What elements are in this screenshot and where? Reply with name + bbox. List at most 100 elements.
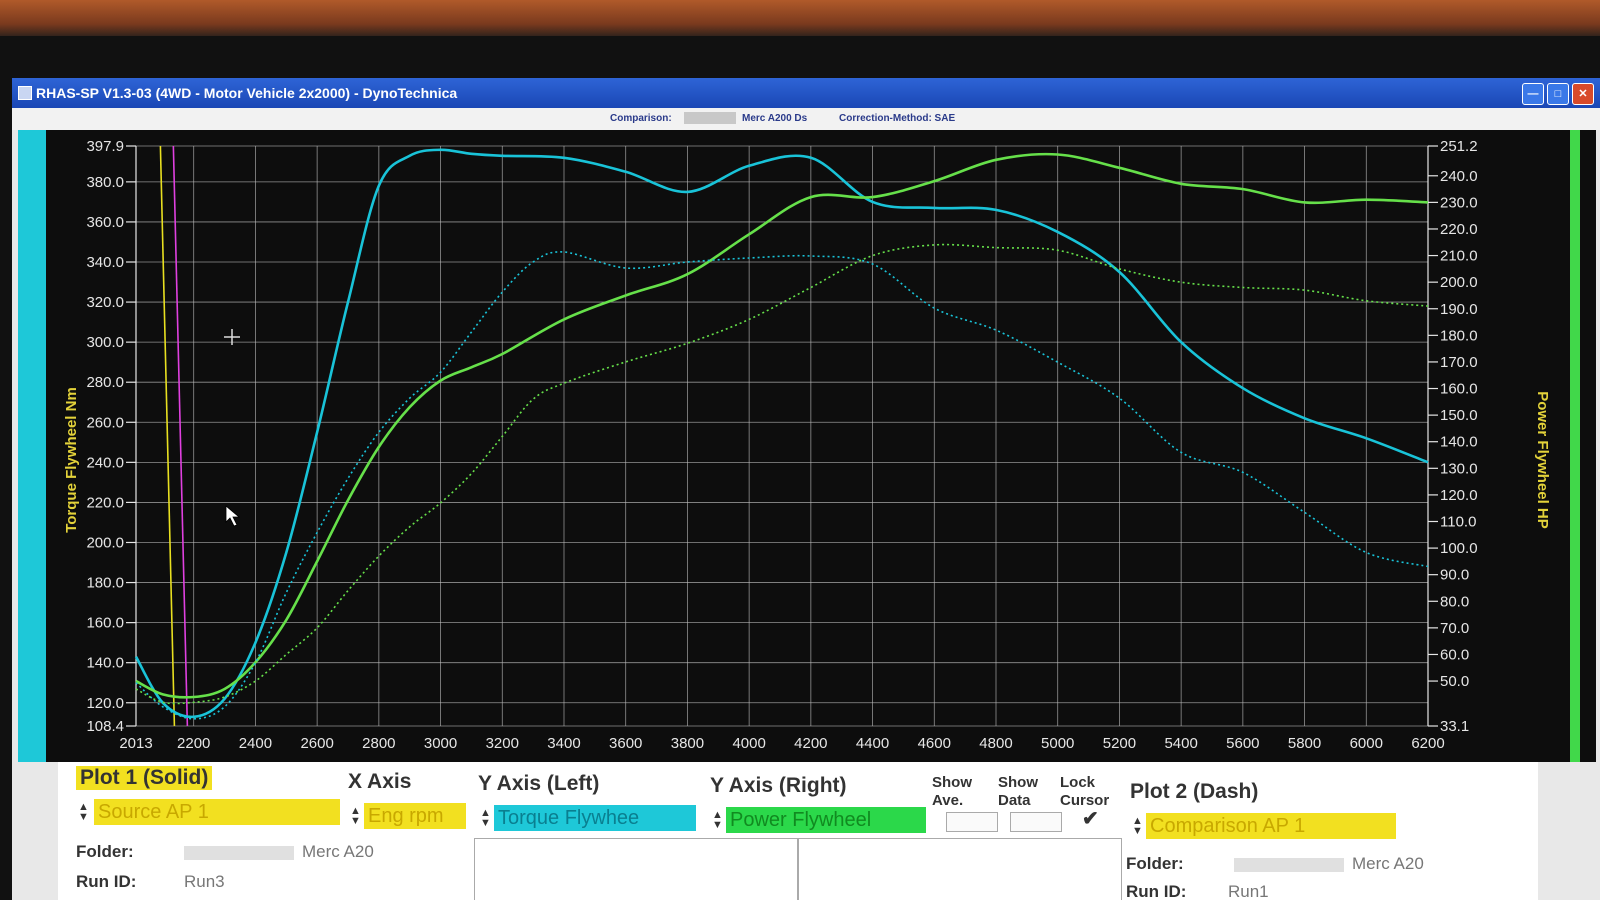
show-data-label[interactable]: Show Data (998, 774, 1038, 810)
x-tick-label: 4200 (794, 735, 827, 752)
right-axis-label: Power Flywheel HP (1534, 391, 1551, 529)
left-tick-label: 200.0 (86, 534, 124, 551)
y-left-spinner-icon[interactable]: ▲ ▼ (480, 808, 492, 829)
plot1-title: Plot 1 (Solid) (76, 766, 213, 790)
show-data-checkbox[interactable] (1010, 812, 1062, 832)
mouse-pointer-icon (225, 505, 241, 527)
cursor-line (172, 145, 189, 727)
right-tick-label: 120.0 (1440, 487, 1478, 504)
app-icon (18, 86, 32, 100)
torque-dash-series-line (135, 251, 1429, 720)
redacted-folder1 (184, 845, 294, 860)
correction-method: Correction-Method: SAE (839, 113, 956, 124)
background-wall (0, 0, 1600, 40)
x-tick-label: 6200 (1411, 735, 1444, 752)
right-tick-label: 150.0 (1440, 407, 1478, 424)
x-tick-label: 4600 (918, 735, 951, 752)
dyno-chart[interactable]: 2013 2200 2400 2600 2800 3000 3200 3400 3600 3800… (18, 130, 1596, 762)
left-accent-strip (18, 130, 46, 762)
right-tick-label: 190.0 (1440, 301, 1478, 318)
right-tick-label: 60.0 (1440, 646, 1469, 663)
window-title: RHAS-SP V1.3-03 (4WD - Motor Vehicle 2x2… (36, 85, 458, 101)
x-axis-spinner-icon[interactable]: ▲ ▼ (350, 806, 362, 827)
plot1-source-spinner-icon[interactable]: ▲ ▼ (78, 802, 90, 823)
x-tick-label: 2013 (119, 735, 152, 752)
x-tick-label: 5400 (1164, 735, 1197, 752)
show-ave-checkbox[interactable] (946, 812, 998, 832)
right-tick-label: 251.2 (1440, 138, 1478, 155)
right-tick-label: 100.0 (1440, 540, 1478, 557)
right-tick-label: 170.0 (1440, 354, 1478, 371)
power-dash-series-line (135, 243, 1429, 705)
redacted-folder2 (1234, 857, 1344, 872)
y-left-select[interactable]: Torque Flywhee (494, 805, 696, 831)
folder1-value-row: Merc A20 (184, 842, 374, 862)
x-tick-label: 2200 (177, 735, 210, 752)
x-tick-label: 3600 (609, 735, 642, 752)
left-tick-label: 180.0 (86, 575, 124, 592)
left-tick-label: 160.0 (86, 615, 124, 632)
comparison-value: Merc A200 Ds (742, 113, 808, 124)
x-tick-label: 2400 (239, 735, 272, 752)
info-box-2 (798, 838, 1122, 900)
folder2-label: Folder: (1126, 854, 1184, 873)
folder2-value-row: Merc A20 (1234, 854, 1424, 874)
left-tick-label: 397.9 (86, 138, 124, 155)
right-tick-label: 110.0 (1440, 513, 1476, 530)
x-tick-label: 5800 (1288, 735, 1321, 752)
x-tick-label: 6000 (1350, 735, 1383, 752)
y-right-select[interactable]: Power Flywheel (726, 807, 926, 833)
close-button[interactable]: ✕ (1572, 83, 1594, 105)
app-window: RHAS-SP V1.3-03 (4WD - Motor Vehicle 2x2… (12, 78, 1600, 900)
left-tick-label: 280.0 (86, 374, 124, 391)
right-tick-label: 70.0 (1440, 620, 1469, 637)
x-tick-label: 3400 (547, 735, 580, 752)
torque-solid-series-line (134, 148, 1429, 719)
comparison-bar: Comparison: Merc A200 Ds Correction-Meth… (12, 108, 1600, 130)
run2-label: Run ID: (1126, 882, 1187, 900)
y-right-title: Y Axis (Right) (710, 774, 847, 797)
x-tick-label: 4800 (979, 735, 1012, 752)
x-tick-label: 3000 (424, 735, 457, 752)
x-tick-label: 4400 (856, 735, 889, 752)
left-tick-label: 340.0 (86, 254, 124, 271)
plot2-source-spinner-icon[interactable]: ▲ ▼ (1132, 816, 1144, 837)
right-accent-strip (1570, 130, 1580, 762)
lock-cursor-checkmark-icon[interactable]: ✔ (1082, 809, 1099, 829)
right-tick-label: 160.0 (1440, 381, 1478, 398)
x-tick-label: 3800 (671, 735, 704, 752)
plot2-source-select[interactable]: Comparison AP 1 (1146, 813, 1396, 839)
show-ave-label[interactable]: Show Ave. (932, 774, 972, 810)
left-tick-label: 220.0 (86, 494, 124, 511)
plot1-source-select[interactable]: Source AP 1 (94, 799, 340, 825)
left-tick-label: 380.0 (86, 174, 124, 191)
info-box-1 (474, 838, 798, 900)
cursor-line (159, 145, 176, 727)
x-axis-select[interactable]: Eng rpm (364, 803, 466, 829)
chart-svg[interactable]: 2013 2200 2400 2600 2800 3000 3200 3400 3600 3800… (18, 130, 1596, 762)
x-tick-label: 5200 (1103, 735, 1136, 752)
right-tick-label: 140.0 (1440, 434, 1478, 451)
folder1-value: Merc A20 (302, 842, 374, 861)
left-tick-label: 140.0 (86, 655, 124, 672)
x-axis-title: X Axis (348, 770, 412, 793)
left-tick-label: 300.0 (86, 334, 124, 351)
redacted-field (684, 112, 736, 124)
left-tick-label: 260.0 (86, 414, 124, 431)
run1-label: Run ID: (76, 872, 137, 891)
x-tick-label: 2800 (362, 735, 395, 752)
left-tick-label: 240.0 (86, 454, 124, 471)
y-right-spinner-icon[interactable]: ▲ ▼ (712, 810, 724, 831)
minimize-button[interactable]: — (1522, 83, 1544, 105)
folder2-value: Merc A20 (1352, 854, 1424, 873)
lock-cursor-label[interactable]: Lock Cursor (1060, 774, 1109, 810)
crosshair-icon (224, 329, 240, 345)
x-tick-label: 5600 (1226, 735, 1259, 752)
left-tick-label: 108.4 (86, 718, 124, 735)
maximize-button[interactable]: □ (1547, 83, 1569, 105)
plot2-title: Plot 2 (Dash) (1130, 780, 1259, 803)
x-tick-label: 3200 (486, 735, 519, 752)
right-tick-label: 90.0 (1440, 567, 1469, 584)
control-panel: Plot 1 (Solid) ▲ ▼ Source AP 1 X Axis ▲ ▼ … (58, 762, 1538, 900)
right-tick-label: 200.0 (1440, 274, 1478, 291)
